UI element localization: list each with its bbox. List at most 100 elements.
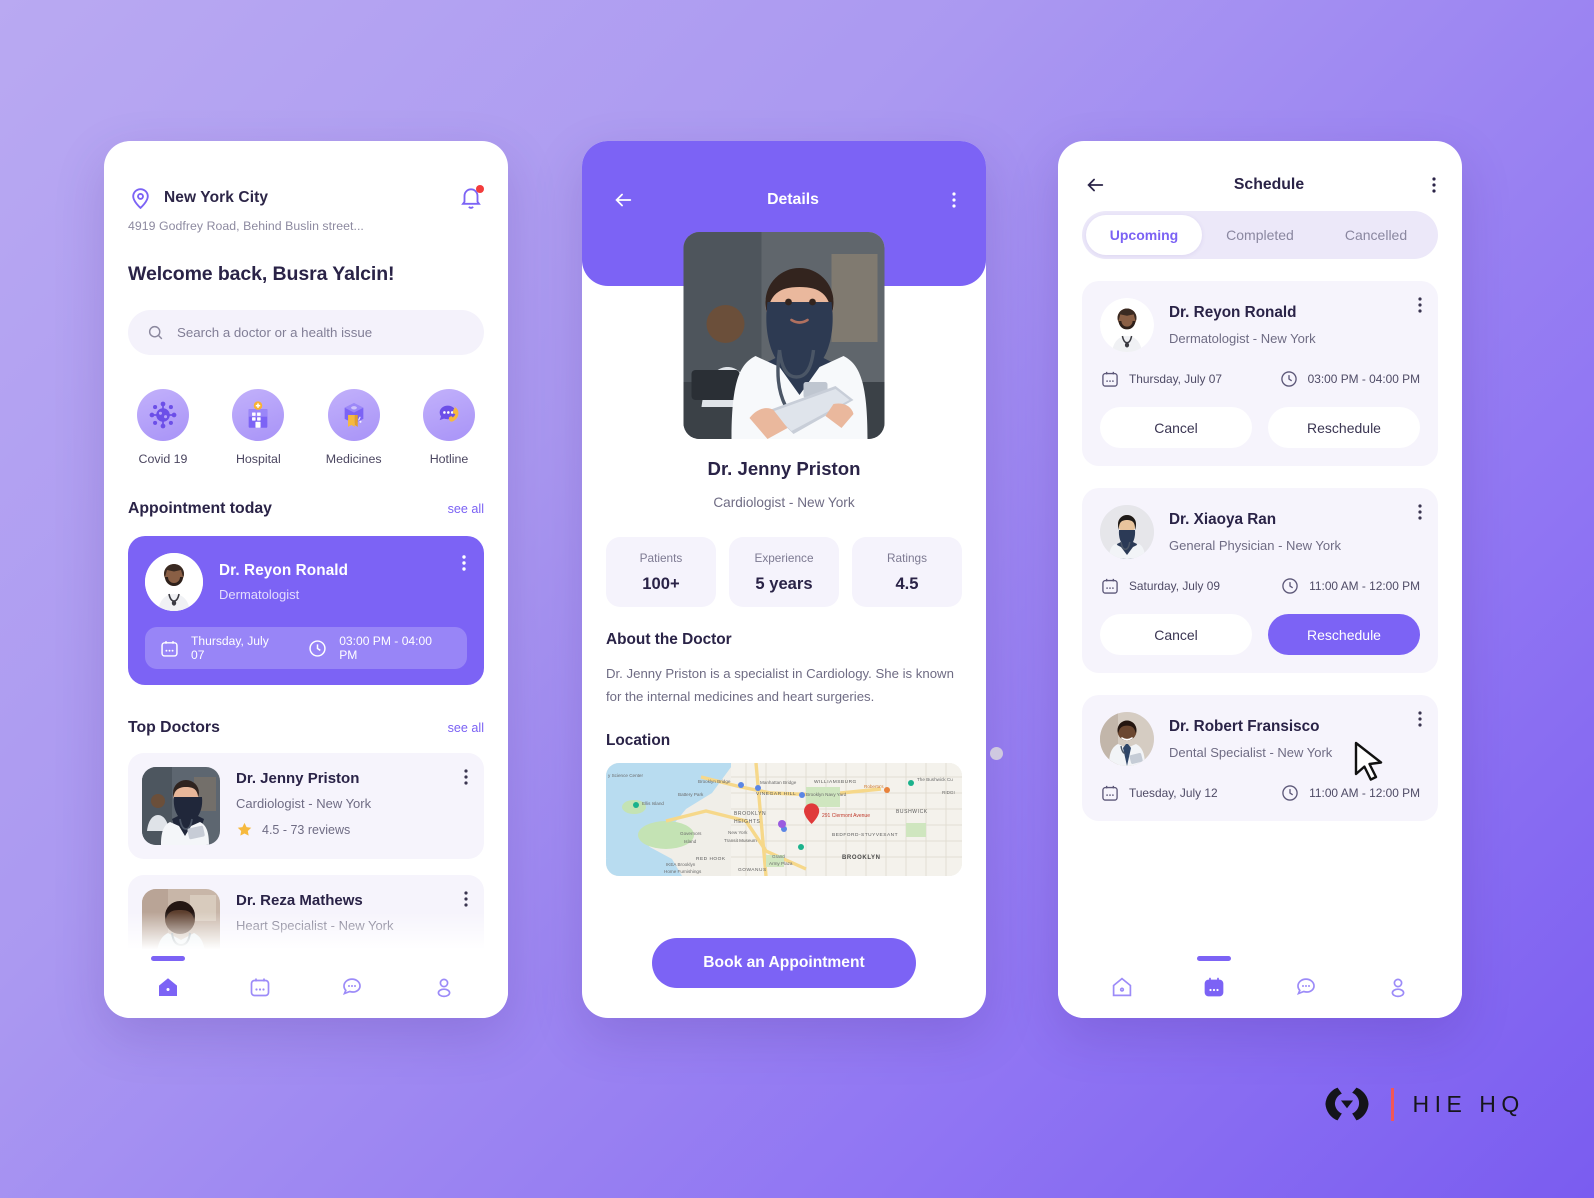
notification-badge	[476, 185, 484, 193]
calendar-icon	[248, 975, 272, 999]
stat-label: Patients	[639, 550, 683, 565]
tab-cancelled[interactable]: Cancelled	[1318, 215, 1434, 255]
doctor-rating: 4.5 - 73 reviews	[262, 822, 351, 837]
home-icon	[156, 975, 180, 999]
category-label: Hospital	[235, 452, 281, 466]
stat-patients: Patients 100+	[606, 537, 716, 607]
more-options-icon[interactable]	[464, 891, 468, 907]
list-item[interactable]: Dr. Jenny Priston Cardiologist - New Yor…	[128, 753, 484, 859]
category-label: Medicines	[325, 452, 382, 466]
brand-name: HIE HQ	[1412, 1090, 1525, 1117]
svg-text:GOWANUS: GOWANUS	[738, 867, 767, 873]
location-map[interactable]: y Science Center Brooklyn Bridge Manhatt…	[606, 763, 962, 877]
notification-bell-icon[interactable]	[458, 185, 484, 211]
tab-profile[interactable]	[421, 967, 467, 1007]
appointment-doctor-specialty: Dermatologist	[219, 587, 300, 602]
calendar-icon	[159, 638, 180, 659]
tab-upcoming[interactable]: Upcoming	[1086, 215, 1202, 255]
hotline-icon	[422, 389, 475, 441]
see-all-link-appointments[interactable]: see all	[448, 502, 484, 516]
home-header: New York City 4919 Godfrey Road, Behind …	[104, 141, 508, 286]
svg-text:The Bushwick Cu: The Bushwick Cu	[917, 777, 953, 782]
clock-icon	[307, 638, 328, 659]
doctor-specialty: Cardiologist - New York	[713, 495, 855, 510]
svg-text:BUSHWICK: BUSHWICK	[896, 809, 928, 815]
category-label: Covid 19	[138, 452, 188, 466]
avatar	[1100, 712, 1154, 766]
appointment-section-header: Appointment today see all	[128, 500, 484, 518]
page-indicator-dot	[990, 747, 1003, 760]
reschedule-button[interactable]: Reschedule	[1268, 614, 1420, 655]
appointment-card[interactable]: Dr. Reyon Ronald Dermatologist Thursday,…	[128, 536, 484, 685]
more-options-icon[interactable]	[952, 192, 956, 208]
brand-logo: HIE HQ	[1322, 1085, 1525, 1123]
category-item-hospital[interactable]: Hospital	[225, 389, 291, 466]
svg-text:Brooklyn Navy Yard: Brooklyn Navy Yard	[806, 792, 847, 797]
svg-text:RED HOOK: RED HOOK	[696, 856, 726, 862]
more-options-icon[interactable]	[1418, 504, 1422, 520]
virus-icon	[137, 389, 189, 441]
details-top-bar: Details	[582, 185, 986, 215]
bottom-navigation	[104, 956, 508, 1018]
profile-icon	[1386, 975, 1410, 999]
tab-home[interactable]	[1099, 967, 1145, 1007]
doctor-photo	[683, 232, 885, 439]
see-all-link-doctors[interactable]: see all	[448, 721, 484, 735]
stat-ratings: Ratings 4.5	[852, 537, 962, 607]
more-options-icon[interactable]	[1418, 711, 1422, 727]
location-pin-icon	[128, 186, 153, 211]
category-item-medicines[interactable]: Medicines	[321, 389, 387, 466]
back-arrow-icon[interactable]	[612, 189, 634, 211]
avatar	[1100, 505, 1154, 559]
tab-calendar[interactable]	[1191, 956, 1237, 1007]
doctor-stats: Patients 100+ Experience 5 years Ratings…	[606, 537, 962, 607]
tab-home[interactable]	[145, 956, 191, 1007]
calendar-icon	[1100, 576, 1120, 596]
more-options-icon[interactable]	[1432, 177, 1436, 193]
book-appointment-button[interactable]: Book an Appointment	[652, 938, 916, 988]
doctor-photo	[142, 767, 220, 845]
about-heading: About the Doctor	[606, 631, 732, 648]
svg-text:Army Plaza: Army Plaza	[769, 861, 793, 866]
appointment-doctor-name: Dr. Robert Fransisco	[1169, 718, 1320, 735]
category-item-covid[interactable]: Covid 19	[130, 389, 196, 466]
reschedule-button[interactable]: Reschedule	[1268, 407, 1420, 448]
search-bar[interactable]	[128, 310, 484, 355]
tab-profile[interactable]	[1375, 967, 1421, 1007]
svg-text:BROOKLYN: BROOKLYN	[842, 855, 881, 861]
more-options-icon[interactable]	[464, 769, 468, 785]
stat-value: 4.5	[895, 573, 919, 593]
search-input[interactable]	[177, 325, 466, 340]
hospital-icon	[232, 389, 285, 441]
category-list: Covid 19 Hospital Medicines Hotline	[130, 389, 482, 466]
svg-text:RIDGI: RIDGI	[942, 790, 955, 795]
about-text: Dr. Jenny Priston is a specialist in Car…	[606, 666, 954, 704]
page-title: Schedule	[1233, 176, 1305, 193]
tab-chat[interactable]	[329, 967, 375, 1007]
clock-icon	[1280, 783, 1300, 803]
appointment-doctor-name: Dr. Reyon Ronald	[219, 562, 349, 579]
greeting-text: Welcome back, Busra Yalcin!	[128, 263, 395, 285]
appointment-doctor-specialty: General Physician - New York	[1169, 538, 1341, 553]
back-arrow-icon[interactable]	[1084, 174, 1106, 196]
svg-text:Transit Museum: Transit Museum	[724, 838, 757, 843]
appointment-date: Thursday, July 07	[191, 634, 269, 662]
category-item-hotline[interactable]: Hotline	[416, 389, 482, 466]
appointment-card[interactable]: Dr. Reyon Ronald Dermatologist - New Yor…	[1082, 281, 1438, 466]
logo-divider	[1391, 1087, 1394, 1121]
svg-text:HEIGHTS: HEIGHTS	[734, 819, 760, 825]
tab-chat[interactable]	[1283, 967, 1329, 1007]
clock-icon	[1279, 369, 1299, 389]
svg-text:291 Clermont Avenue: 291 Clermont Avenue	[822, 813, 870, 819]
tab-completed[interactable]: Completed	[1202, 215, 1318, 255]
more-options-icon[interactable]	[462, 555, 466, 571]
cancel-button[interactable]: Cancel	[1100, 614, 1252, 655]
appointment-card[interactable]: Dr. Xiaoya Ran General Physician - New Y…	[1082, 488, 1438, 673]
calendar-icon	[1202, 975, 1226, 999]
stat-experience: Experience 5 years	[729, 537, 839, 607]
appointment-time: 11:00 AM - 12:00 PM	[1309, 579, 1420, 593]
tab-calendar[interactable]	[237, 967, 283, 1007]
cancel-button[interactable]: Cancel	[1100, 407, 1252, 448]
more-options-icon[interactable]	[1418, 297, 1422, 313]
appointment-time: 03:00 PM - 04:00 PM	[1307, 372, 1420, 386]
